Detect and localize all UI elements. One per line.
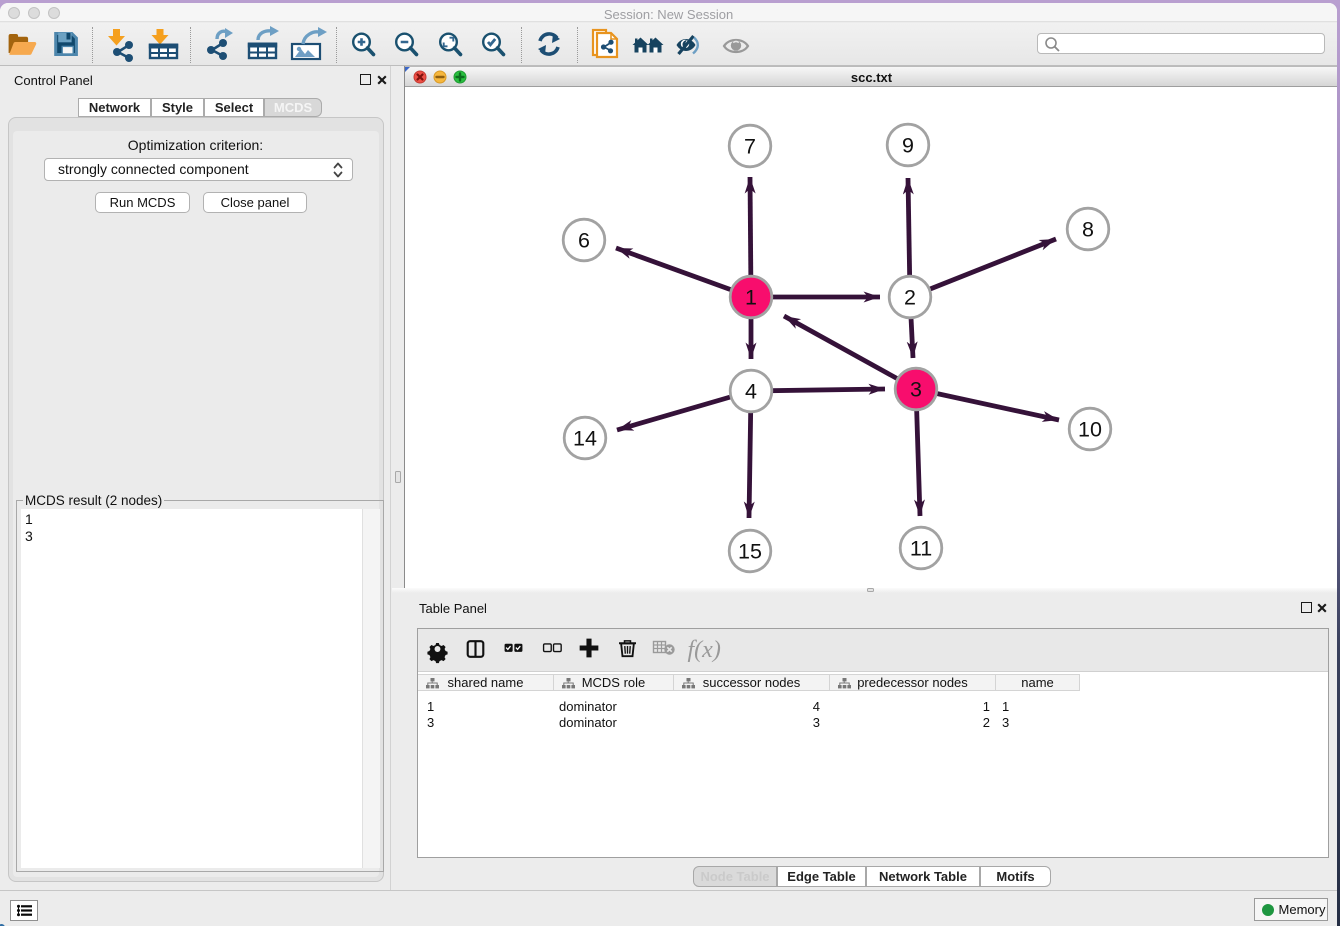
svg-text:15: 15 — [738, 540, 762, 564]
svg-text:1: 1 — [745, 286, 757, 310]
svg-text:7: 7 — [744, 135, 756, 159]
svg-text:10: 10 — [1078, 418, 1102, 442]
svg-text:11: 11 — [910, 537, 932, 561]
svg-text:3: 3 — [910, 378, 922, 402]
svg-text:9: 9 — [902, 134, 914, 158]
svg-text:2: 2 — [904, 286, 916, 310]
svg-text:6: 6 — [578, 229, 590, 253]
svg-text:14: 14 — [573, 427, 597, 451]
svg-text:f(x): f(x) — [688, 637, 721, 663]
svg-text:4: 4 — [745, 380, 757, 404]
svg-text:8: 8 — [1082, 218, 1094, 242]
